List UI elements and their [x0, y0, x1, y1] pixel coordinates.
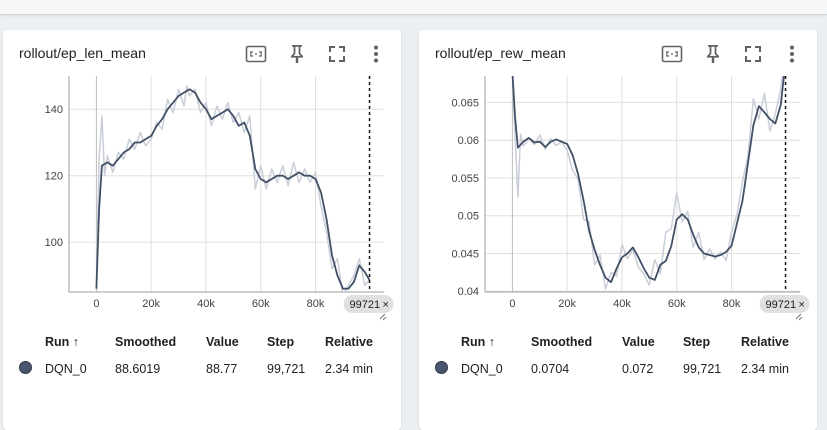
x-tick-label: 0: [509, 298, 515, 310]
raw-series-line: [95, 85, 371, 292]
legend-header-row: Run ↑ Smoothed Value Step Relative: [435, 330, 789, 357]
legend-header-smoothed[interactable]: Smoothed: [531, 330, 622, 357]
legend-table: Run ↑ Smoothed Value Step Relative DQN_0…: [435, 330, 789, 381]
step-cursor-chip[interactable]: 99721 ×: [343, 295, 394, 313]
line-chart-ep-len-mean[interactable]: 100 120 140 0 20k 40k 60k 80k 99721 ×: [3, 70, 401, 330]
legend-header-relative[interactable]: Relative: [741, 330, 789, 357]
legend-value: 88.77: [206, 362, 238, 376]
legend-header-smoothed[interactable]: Smoothed: [115, 330, 206, 357]
x-tick-label: 80k: [307, 298, 325, 310]
x-tick-label: 40k: [613, 298, 631, 310]
legend-header-spacer: [435, 330, 461, 357]
legend-header-run[interactable]: Run ↑: [45, 330, 115, 357]
fit-domain-icon[interactable]: [660, 42, 684, 66]
y-tick-label: 0.045: [451, 248, 479, 260]
x-tick-label: 60k: [668, 298, 686, 310]
step-chip-label: 99721: [766, 299, 797, 311]
x-tick-label: 0: [93, 298, 99, 310]
x-tick-label: 20k: [558, 298, 576, 310]
card-title: rollout/ep_len_mean: [19, 45, 146, 61]
run-color-dot: [435, 357, 461, 381]
y-tick-label: 0.055: [451, 173, 479, 185]
card-title: rollout/ep_rew_mean: [435, 45, 566, 61]
legend-header-step[interactable]: Step: [267, 330, 325, 357]
more-vert-icon[interactable]: [780, 42, 804, 66]
fullscreen-icon[interactable]: [741, 42, 765, 66]
more-vert-icon[interactable]: [364, 42, 388, 66]
x-tick-label: 20k: [142, 298, 160, 310]
legend-header-value[interactable]: Value: [622, 330, 683, 357]
y-tick-label: 0.065: [451, 97, 479, 109]
y-tick-label: 0.04: [458, 286, 479, 298]
resize-handle-icon[interactable]: [795, 313, 803, 321]
legend-header-value[interactable]: Value: [206, 330, 267, 357]
x-tick-label: 40k: [197, 298, 215, 310]
series-group: [95, 85, 371, 292]
legend-step: 99,721: [683, 362, 722, 376]
close-icon[interactable]: ×: [383, 299, 389, 311]
step-chip-label: 99721: [350, 299, 381, 311]
legend-value: 0.072: [622, 362, 654, 376]
x-tick-label: 60k: [252, 298, 270, 310]
legend-run: DQN_0: [461, 362, 503, 376]
legend-relative: 2.34 min: [325, 362, 373, 376]
y-tick-label: 100: [45, 237, 63, 249]
pin-icon[interactable]: [285, 42, 309, 66]
legend-header-relative[interactable]: Relative: [325, 330, 373, 357]
legend-step: 99,721: [267, 362, 306, 376]
legend-smoothed: 88.6019: [115, 362, 161, 376]
y-tick-label: 0.06: [458, 135, 479, 147]
x-tick-label: 80k: [723, 298, 741, 310]
legend-smoothed: 0.0704: [531, 362, 570, 376]
y-tick-label: 140: [45, 104, 63, 116]
fit-domain-icon[interactable]: [244, 42, 268, 66]
color-swatch: [435, 361, 448, 374]
legend-table: Run ↑ Smoothed Value Step Relative DQN_0…: [19, 330, 373, 381]
legend-row: DQN_0 0.0704 0.072 99,721 2.34 min: [435, 357, 789, 381]
resize-handle-icon[interactable]: [379, 313, 387, 321]
scalar-card-ep-len-mean: rollout/ep_len_mean 100 120 140 0 20k 40k 60k 8…: [3, 30, 401, 430]
close-icon[interactable]: ×: [799, 299, 805, 311]
color-swatch: [19, 361, 32, 374]
y-tick-label: 0.05: [458, 211, 479, 223]
legend-row: DQN_0 88.6019 88.77 99,721 2.34 min: [19, 357, 373, 381]
legend-header-step[interactable]: Step: [683, 330, 741, 357]
run-color-dot: [19, 357, 45, 381]
fullscreen-icon[interactable]: [325, 42, 349, 66]
step-cursor-chip[interactable]: 99721 ×: [759, 295, 810, 313]
top-toolbar-strip: [0, 0, 827, 15]
legend-relative: 2.34 min: [741, 362, 789, 376]
legend-run: DQN_0: [45, 362, 87, 376]
legend-header-spacer: [19, 330, 45, 357]
legend-header-run[interactable]: Run ↑: [461, 330, 531, 357]
smoothed-series-line: [511, 76, 785, 284]
line-chart-ep-rew-mean[interactable]: 0.04 0.045 0.05 0.055 0.06 0.065 0 20k 40k 60k 80k…: [419, 70, 817, 330]
pin-icon[interactable]: [701, 42, 725, 66]
scalar-card-ep-rew-mean: rollout/ep_rew_mean 0.04 0.045 0.05 0.055 0.…: [419, 30, 817, 430]
legend-header-row: Run ↑ Smoothed Value Step Relative: [19, 330, 373, 357]
y-tick-label: 120: [45, 171, 63, 183]
